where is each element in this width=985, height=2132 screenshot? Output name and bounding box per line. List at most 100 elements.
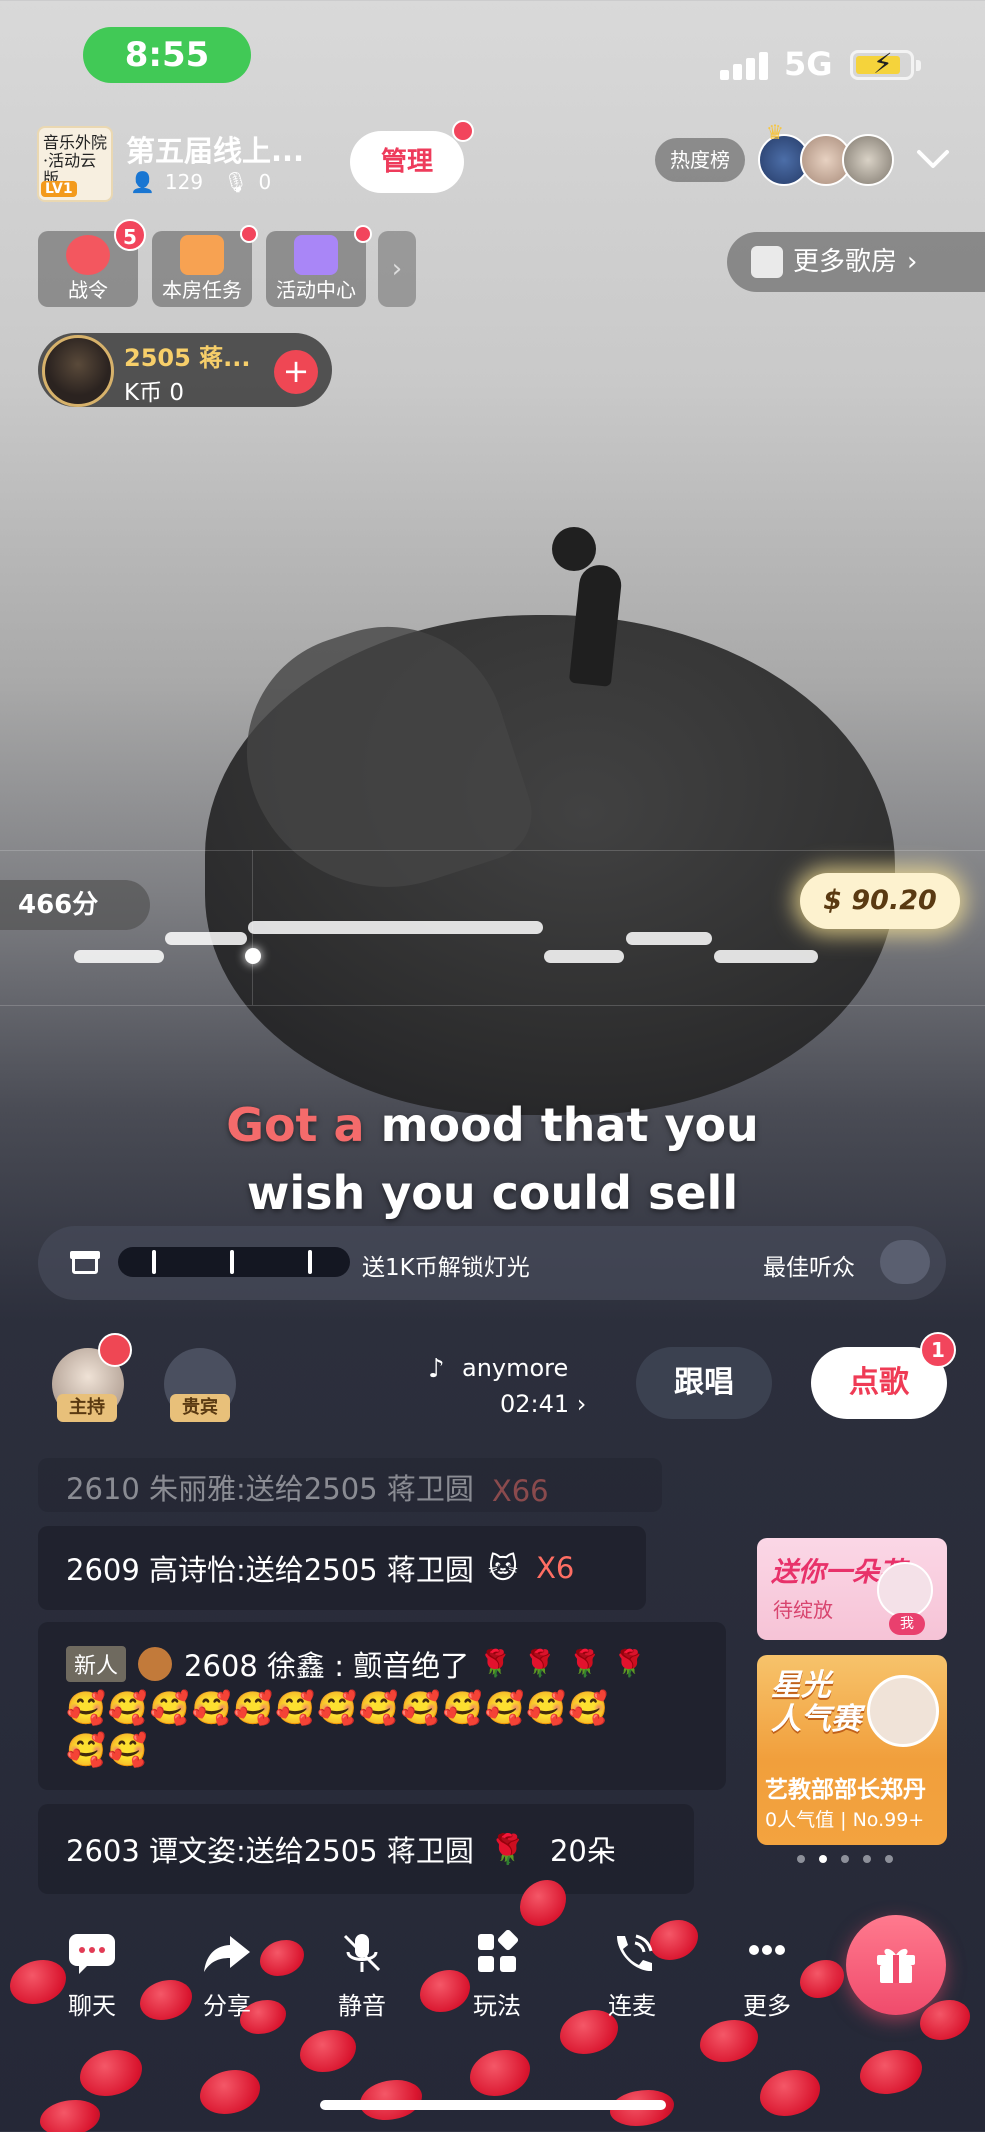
star-popularity-card[interactable]: 星光 人气赛 艺教部部长郑丹 0人气值 | No.99+ bbox=[757, 1655, 947, 1845]
tool-label: 连麦 bbox=[608, 1992, 656, 2020]
chat-text: 2608 徐鑫 : 颤音绝了 bbox=[184, 1649, 470, 1683]
share-arrow-icon bbox=[204, 1936, 250, 1972]
sitting-figure-head bbox=[552, 527, 596, 571]
chat-message[interactable]: 2610 朱丽雅:送给2505 蒋卫圆 X66 bbox=[38, 1458, 662, 1512]
promo-title-line: 星光 bbox=[771, 1668, 831, 1703]
tile-notification-dot bbox=[354, 225, 372, 243]
gift-button[interactable] bbox=[846, 1915, 946, 2015]
chat-text: 2603 谭文姿:送给2505 蒋卫圆 bbox=[66, 1834, 474, 1868]
room-stats: 👤 129 🎙 0 bbox=[130, 170, 271, 194]
tool-share[interactable]: 分享 bbox=[182, 1930, 272, 2021]
tool-label: 分享 bbox=[203, 1992, 251, 2020]
apps-grid-icon bbox=[478, 1929, 519, 1972]
room-title[interactable]: 第五届线上... bbox=[126, 128, 304, 170]
chat-multiplier: X6 bbox=[536, 1551, 575, 1585]
lyric-line-1: Got a mood that you bbox=[0, 1098, 985, 1152]
singer-name: 2505 蒋... bbox=[124, 344, 251, 372]
tile-activity-center[interactable]: 活动中心 bbox=[266, 225, 372, 307]
tile-badge: 5 bbox=[114, 219, 146, 251]
pitch-note bbox=[544, 950, 624, 963]
phone-call-icon bbox=[617, 1934, 653, 1972]
listener-count: 129 bbox=[164, 170, 204, 194]
pitch-cursor-dot bbox=[245, 948, 261, 964]
tool-play-modes[interactable]: 玩法 bbox=[452, 1929, 542, 2021]
song-name[interactable]: anymore bbox=[462, 1354, 568, 1382]
tile-room-tasks[interactable]: 本房任务 bbox=[152, 225, 258, 307]
hot-rank-button[interactable]: 热度榜 bbox=[655, 138, 745, 182]
more-rooms-label: 更多歌房 bbox=[793, 247, 898, 277]
coin-score: $ 90.20 bbox=[800, 873, 960, 929]
tile-notification-dot bbox=[240, 225, 258, 243]
chevron-down-icon[interactable] bbox=[915, 144, 951, 174]
singer-coins: K币 0 bbox=[124, 380, 185, 406]
pitch-note bbox=[626, 932, 712, 945]
chat-message[interactable]: 2603 谭文姿:送给2505 蒋卫圆 🌹 20朵 bbox=[38, 1804, 694, 1894]
tool-label: 聊天 bbox=[68, 1992, 116, 2020]
lyric-line-2: wish you could sell bbox=[246, 1166, 739, 1220]
follow-plus-button[interactable]: + bbox=[274, 350, 318, 394]
lyric-unsung-part: mood that you bbox=[380, 1098, 759, 1152]
chat-bubble-icon bbox=[69, 1934, 115, 1974]
room-thumbnail[interactable]: 音乐外院·活动云版 LV1 bbox=[37, 126, 113, 202]
home-indicator bbox=[320, 2100, 666, 2110]
tool-more[interactable]: 更多 bbox=[722, 1930, 812, 2021]
manage-notification-dot bbox=[452, 120, 474, 142]
tiles-more-arrow[interactable]: › bbox=[378, 231, 416, 307]
chat-text: 2609 高诗怡:送给2505 蒋卫圆 bbox=[66, 1553, 474, 1587]
promo-popularity: 0人气值 | No.99+ bbox=[765, 1809, 925, 1831]
pitch-guide-line bbox=[0, 850, 985, 851]
carousel-dots bbox=[797, 1855, 893, 1863]
chat-multiplier: 20朵 bbox=[549, 1834, 616, 1868]
chat-message[interactable]: 新人 2608 徐鑫 : 颤音绝了 🌹 🌹 🌹 🌹 🥰🥰🥰🥰🥰🥰🥰🥰🥰🥰🥰🥰🥰 … bbox=[38, 1622, 726, 1790]
chevron-right-icon: › bbox=[907, 247, 918, 277]
guest-tag: 贵宾 bbox=[170, 1394, 230, 1422]
room-level-badge: LV1 bbox=[41, 181, 77, 197]
tool-mute[interactable]: 静音 bbox=[317, 1930, 407, 2021]
mic-seat-icon: 🎙 bbox=[223, 170, 249, 194]
mic-muted-icon bbox=[98, 1333, 132, 1367]
manage-button[interactable]: 管理 bbox=[350, 131, 464, 193]
tile-label: 活动中心 bbox=[276, 278, 356, 302]
gift-icon bbox=[877, 1948, 915, 1983]
tool-label: 静音 bbox=[338, 1992, 386, 2020]
user-avatar bbox=[867, 1675, 939, 1747]
chat-text: 2610 朱丽雅:送给2505 蒋卫圆 bbox=[66, 1472, 474, 1506]
promo-subtitle: 待绽放 bbox=[773, 1598, 833, 1622]
promo-title-line: 人气赛 bbox=[771, 1702, 861, 1737]
lucky-cat-icon: 🐱 bbox=[487, 1551, 519, 1585]
user-badge-icon bbox=[138, 1647, 173, 1681]
tile-battle-pass[interactable]: 战令 5 bbox=[38, 219, 146, 307]
sofa-icon[interactable] bbox=[880, 1240, 930, 1284]
audience-avatar[interactable] bbox=[842, 134, 894, 186]
tile-label: 本房任务 bbox=[162, 278, 242, 302]
order-song-badge: 1 bbox=[920, 1332, 956, 1368]
chat-multiplier: X66 bbox=[491, 1474, 549, 1508]
rose-icon: 🌹 bbox=[489, 1831, 526, 1866]
emoji-line: 🥰🥰🥰🥰🥰🥰🥰🥰🥰🥰🥰🥰🥰 bbox=[66, 1689, 610, 1727]
network-type: 5G bbox=[784, 45, 833, 83]
tool-chat[interactable]: 聊天 bbox=[47, 1930, 137, 2021]
song-time[interactable]: 02:41 › bbox=[500, 1390, 586, 1418]
pitch-guide-line bbox=[0, 1005, 985, 1006]
gift-box-icon bbox=[70, 1248, 100, 1276]
chat-message[interactable]: 2609 高诗怡:送给2505 蒋卫圆 🐱 X6 bbox=[38, 1526, 646, 1610]
pitch-note bbox=[248, 921, 543, 934]
more-dots-icon bbox=[749, 1945, 785, 1955]
best-listener-label: 最佳听众 bbox=[763, 1255, 855, 1281]
mic-off-icon bbox=[343, 1934, 381, 1972]
pitch-note bbox=[714, 950, 818, 963]
promo-title: 星光 人气赛 bbox=[771, 1669, 861, 1737]
new-user-tag: 新人 bbox=[66, 1646, 127, 1682]
rose-emojis: 🌹 🌹 🌹 🌹 bbox=[479, 1649, 648, 1679]
singer-avatar[interactable] bbox=[42, 335, 114, 407]
host-tag: 主持 bbox=[57, 1394, 117, 1422]
tool-label: 玩法 bbox=[473, 1992, 521, 2020]
sing-along-button[interactable]: 跟唱 bbox=[636, 1347, 772, 1419]
send-flower-card[interactable]: 送你一朵花 待绽放 我 bbox=[757, 1538, 947, 1640]
tool-connect-mic[interactable]: 连麦 bbox=[587, 1930, 677, 2021]
lyric-sung-part: Got a bbox=[226, 1098, 381, 1152]
emoji-line: 🥰🥰 bbox=[66, 1731, 150, 1769]
more-rooms-button[interactable]: 更多歌房 › bbox=[727, 232, 985, 292]
microphone-icon bbox=[66, 235, 110, 275]
listener-icon: 👤 bbox=[130, 170, 155, 194]
